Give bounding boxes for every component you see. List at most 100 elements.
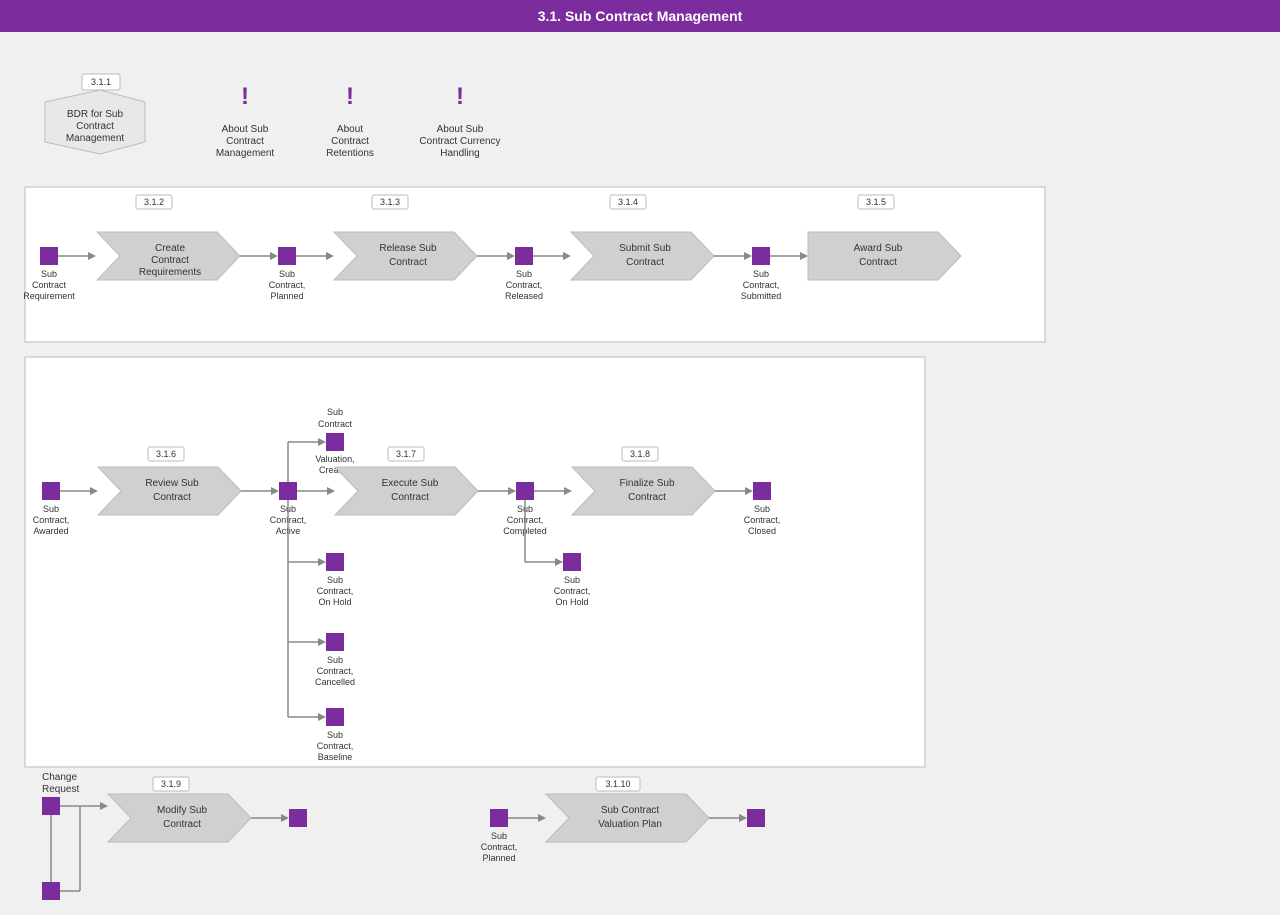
state-baseline [326, 708, 344, 726]
svg-text:Submitted: Submitted [741, 291, 782, 301]
svg-text:Contract,: Contract, [481, 842, 518, 852]
main-diagram: 3.1.1 BDR for Sub Contract Management ! … [0, 32, 1280, 902]
state-2 [278, 247, 296, 265]
svg-text:Management: Management [66, 133, 125, 144]
exclamation-3: ! [456, 83, 464, 110]
svg-text:Finalize Sub: Finalize Sub [619, 478, 674, 489]
state-awarded [42, 482, 60, 500]
svg-text:Contract: Contract [153, 492, 191, 503]
svg-text:Create: Create [155, 243, 185, 254]
bdr-label: BDR for Sub [67, 109, 124, 120]
svg-text:3.1.9: 3.1.9 [161, 779, 181, 789]
svg-text:Requirements: Requirements [139, 267, 201, 278]
svg-text:Sub: Sub [754, 504, 770, 514]
state-3 [515, 247, 533, 265]
svg-text:3.1.10: 3.1.10 [605, 779, 630, 789]
bdr-badge: 3.1.1 [91, 77, 111, 87]
svg-text:Execute Sub: Execute Sub [382, 478, 439, 489]
svg-text:Contract: Contract [331, 136, 369, 147]
svg-text:3.1.5: 3.1.5 [866, 197, 886, 207]
exclamation-2: ! [346, 83, 354, 110]
svg-text:Contract,: Contract, [554, 586, 591, 596]
state-completed [516, 482, 534, 500]
svg-text:Contract,: Contract, [269, 280, 306, 290]
svg-text:Sub: Sub [327, 730, 343, 740]
svg-text:Management: Management [216, 148, 275, 159]
svg-text:3.1.7: 3.1.7 [396, 449, 416, 459]
svg-text:Contract,: Contract, [317, 586, 354, 596]
flow2-box [25, 357, 925, 767]
title-bar: 3.1. Sub Contract Management [0, 0, 1280, 32]
svg-text:Sub: Sub [327, 407, 343, 417]
state-cancelled [326, 633, 344, 651]
svg-text:Contract: Contract [628, 492, 666, 503]
state-valuation-created [326, 433, 344, 451]
svg-text:Contract: Contract [151, 255, 189, 266]
page-title: 3.1. Sub Contract Management [538, 8, 743, 24]
svg-text:Valuation,: Valuation, [315, 454, 354, 464]
svg-text:Sub: Sub [43, 504, 59, 514]
state-after-modify [289, 809, 307, 827]
svg-text:Contract: Contract [389, 257, 427, 268]
svg-text:Sub: Sub [41, 269, 57, 279]
page-container: { "title": "3.1. Sub Contract Management… [0, 0, 1280, 915]
process-modify [108, 794, 251, 842]
state-planned-3110 [490, 809, 508, 827]
svg-text:Handling: Handling [440, 148, 479, 159]
svg-text:Sub: Sub [564, 575, 580, 585]
state-on-hold [326, 553, 344, 571]
state-4 [752, 247, 770, 265]
svg-text:Contract: Contract [391, 492, 429, 503]
svg-text:Submit Sub: Submit Sub [619, 243, 671, 254]
svg-text:Contract,: Contract, [744, 515, 781, 525]
svg-text:Retentions: Retentions [326, 148, 374, 159]
state-final-3110 [747, 809, 765, 827]
change-request-label: Change [42, 772, 77, 783]
about-label-2: About [337, 124, 363, 135]
svg-text:Contract: Contract [163, 819, 201, 830]
svg-text:Contract: Contract [76, 121, 114, 132]
svg-text:Sub: Sub [327, 575, 343, 585]
svg-text:Release Sub: Release Sub [379, 243, 437, 254]
svg-text:Sub Contract: Sub Contract [601, 805, 660, 816]
svg-text:Award Sub: Award Sub [854, 243, 903, 254]
svg-text:Contract,: Contract, [506, 280, 543, 290]
svg-text:Contract,: Contract, [317, 666, 354, 676]
svg-text:Planned: Planned [270, 291, 303, 301]
svg-text:Request: Request [42, 784, 79, 795]
svg-text:Valuation Plan: Valuation Plan [598, 819, 662, 830]
svg-text:Baseline: Baseline [318, 752, 353, 762]
svg-text:Contract,: Contract, [743, 280, 780, 290]
svg-text:Contract Currency: Contract Currency [419, 136, 500, 147]
diagram-area: 3.1.1 BDR for Sub Contract Management ! … [0, 32, 1280, 902]
svg-text:3.1.4: 3.1.4 [618, 197, 638, 207]
svg-text:3.1.2: 3.1.2 [144, 197, 164, 207]
state-closed [753, 482, 771, 500]
svg-text:Contract: Contract [32, 280, 67, 290]
svg-text:Closed: Closed [748, 526, 776, 536]
svg-text:3.1.8: 3.1.8 [630, 449, 650, 459]
svg-text:Contract,: Contract, [33, 515, 70, 525]
svg-text:Contract: Contract [318, 419, 353, 429]
svg-text:Sub: Sub [516, 269, 532, 279]
svg-text:Sub: Sub [279, 269, 295, 279]
svg-text:Contract: Contract [859, 257, 897, 268]
svg-text:Requirement: Requirement [23, 291, 75, 301]
process-4 [808, 232, 961, 280]
svg-text:Cancelled: Cancelled [315, 677, 355, 687]
svg-text:On Hold: On Hold [555, 597, 588, 607]
svg-text:Contract: Contract [626, 257, 664, 268]
svg-text:Contract: Contract [226, 136, 264, 147]
svg-text:Modify Sub: Modify Sub [157, 805, 207, 816]
state-active [279, 482, 297, 500]
state-completed-onhold [563, 553, 581, 571]
svg-text:Sub: Sub [491, 831, 507, 841]
exclamation-1: ! [241, 83, 249, 110]
svg-text:On Hold: On Hold [318, 597, 351, 607]
svg-text:Awarded: Awarded [33, 526, 68, 536]
svg-text:Contract,: Contract, [317, 741, 354, 751]
svg-text:3.1.6: 3.1.6 [156, 449, 176, 459]
state-1 [40, 247, 58, 265]
svg-text:Sub: Sub [327, 655, 343, 665]
state-contract-change-order [42, 882, 60, 900]
